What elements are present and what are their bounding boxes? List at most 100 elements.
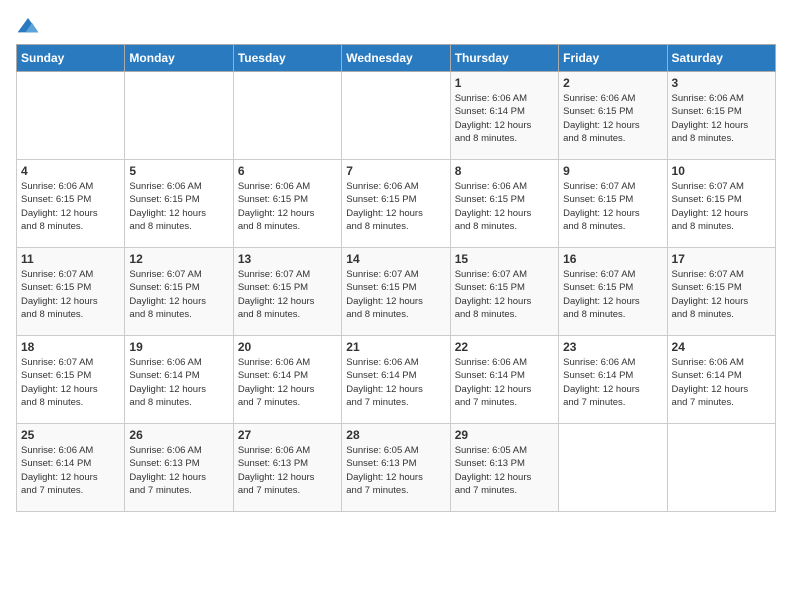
day-number: 16: [563, 252, 662, 266]
day-info: Sunrise: 6:07 AM Sunset: 6:15 PM Dayligh…: [21, 268, 120, 321]
day-info: Sunrise: 6:06 AM Sunset: 6:14 PM Dayligh…: [238, 356, 337, 409]
day-number: 21: [346, 340, 445, 354]
day-info: Sunrise: 6:07 AM Sunset: 6:15 PM Dayligh…: [346, 268, 445, 321]
day-number: 8: [455, 164, 554, 178]
logo-icon: [16, 16, 40, 36]
weekday-header-wednesday: Wednesday: [342, 45, 450, 72]
calendar-cell: 2Sunrise: 6:06 AM Sunset: 6:15 PM Daylig…: [559, 72, 667, 160]
logo: [16, 16, 44, 36]
day-info: Sunrise: 6:06 AM Sunset: 6:15 PM Dayligh…: [238, 180, 337, 233]
calendar-cell: 25 Sunrise: 6:06 AM Sunset: 6:14 PM Dayli…: [17, 424, 125, 512]
day-number: 19: [129, 340, 228, 354]
calendar-week-row: 11 Sunrise: 6:07 AM Sunset: 6:15 PM Dayli…: [17, 248, 776, 336]
calendar-cell: 29 Sunrise: 6:05 AM Sunset: 6:13 PM Dayli…: [450, 424, 558, 512]
calendar-cell: 11 Sunrise: 6:07 AM Sunset: 6:15 PM Dayli…: [17, 248, 125, 336]
day-info: Sunrise: 6:06 AM Sunset: 6:15 PM Dayligh…: [129, 180, 228, 233]
calendar-table: SundayMondayTuesdayWednesdayThursdayFrid…: [16, 44, 776, 512]
day-info: Sunrise: 6:07 AM Sunset: 6:15 PM Dayligh…: [455, 268, 554, 321]
day-number: 5: [129, 164, 228, 178]
calendar-cell: [125, 72, 233, 160]
day-info: Sunrise: 6:07 AM Sunset: 6:15 PM Dayligh…: [129, 268, 228, 321]
day-number: 23: [563, 340, 662, 354]
day-number: 15: [455, 252, 554, 266]
calendar-cell: 18Sunrise: 6:07 AM Sunset: 6:15 PM Dayli…: [17, 336, 125, 424]
weekday-header-saturday: Saturday: [667, 45, 775, 72]
day-number: 14: [346, 252, 445, 266]
day-info: Sunrise: 6:06 AM Sunset: 6:15 PM Dayligh…: [21, 180, 120, 233]
calendar-cell: 14 Sunrise: 6:07 AM Sunset: 6:15 PM Dayli…: [342, 248, 450, 336]
day-info: Sunrise: 6:05 AM Sunset: 6:13 PM Dayligh…: [455, 444, 554, 497]
calendar-cell: 12 Sunrise: 6:07 AM Sunset: 6:15 PM Dayli…: [125, 248, 233, 336]
calendar-cell: 23Sunrise: 6:06 AM Sunset: 6:14 PM Dayli…: [559, 336, 667, 424]
day-info: Sunrise: 6:06 AM Sunset: 6:14 PM Dayligh…: [672, 356, 771, 409]
calendar-week-row: 18Sunrise: 6:07 AM Sunset: 6:15 PM Dayli…: [17, 336, 776, 424]
calendar-cell: 15 Sunrise: 6:07 AM Sunset: 6:15 PM Dayli…: [450, 248, 558, 336]
day-info: Sunrise: 6:07 AM Sunset: 6:15 PM Dayligh…: [563, 268, 662, 321]
calendar-cell: 28Sunrise: 6:05 AM Sunset: 6:13 PM Dayli…: [342, 424, 450, 512]
day-number: 10: [672, 164, 771, 178]
calendar-week-row: 4 Sunrise: 6:06 AM Sunset: 6:15 PM Daylig…: [17, 160, 776, 248]
day-number: 2: [563, 76, 662, 90]
day-info: Sunrise: 6:05 AM Sunset: 6:13 PM Dayligh…: [346, 444, 445, 497]
calendar-cell: 6 Sunrise: 6:06 AM Sunset: 6:15 PM Daylig…: [233, 160, 341, 248]
page-header: [16, 16, 776, 36]
day-info: Sunrise: 6:07 AM Sunset: 6:15 PM Dayligh…: [238, 268, 337, 321]
day-info: Sunrise: 6:06 AM Sunset: 6:14 PM Dayligh…: [21, 444, 120, 497]
calendar-cell: [17, 72, 125, 160]
day-number: 17: [672, 252, 771, 266]
day-number: 7: [346, 164, 445, 178]
day-number: 3: [672, 76, 771, 90]
calendar-cell: [233, 72, 341, 160]
day-info: Sunrise: 6:06 AM Sunset: 6:13 PM Dayligh…: [129, 444, 228, 497]
day-number: 25: [21, 428, 120, 442]
calendar-cell: 4 Sunrise: 6:06 AM Sunset: 6:15 PM Daylig…: [17, 160, 125, 248]
calendar-cell: [342, 72, 450, 160]
calendar-cell: [559, 424, 667, 512]
day-info: Sunrise: 6:06 AM Sunset: 6:15 PM Dayligh…: [455, 180, 554, 233]
day-info: Sunrise: 6:06 AM Sunset: 6:14 PM Dayligh…: [346, 356, 445, 409]
day-number: 13: [238, 252, 337, 266]
day-number: 1: [455, 76, 554, 90]
calendar-cell: 20 Sunrise: 6:06 AM Sunset: 6:14 PM Dayli…: [233, 336, 341, 424]
calendar-cell: 16 Sunrise: 6:07 AM Sunset: 6:15 PM Dayli…: [559, 248, 667, 336]
day-number: 29: [455, 428, 554, 442]
day-number: 27: [238, 428, 337, 442]
weekday-header-sunday: Sunday: [17, 45, 125, 72]
calendar-cell: 7 Sunrise: 6:06 AM Sunset: 6:15 PM Daylig…: [342, 160, 450, 248]
day-number: 11: [21, 252, 120, 266]
day-number: 12: [129, 252, 228, 266]
calendar-week-row: 25 Sunrise: 6:06 AM Sunset: 6:14 PM Dayli…: [17, 424, 776, 512]
calendar-cell: 24 Sunrise: 6:06 AM Sunset: 6:14 PM Dayli…: [667, 336, 775, 424]
weekday-header-friday: Friday: [559, 45, 667, 72]
calendar-cell: 9 Sunrise: 6:07 AM Sunset: 6:15 PM Daylig…: [559, 160, 667, 248]
calendar-cell: 13 Sunrise: 6:07 AM Sunset: 6:15 PM Dayli…: [233, 248, 341, 336]
calendar-cell: 27 Sunrise: 6:06 AM Sunset: 6:13 PM Dayli…: [233, 424, 341, 512]
day-info: Sunrise: 6:07 AM Sunset: 6:15 PM Dayligh…: [563, 180, 662, 233]
day-info: Sunrise: 6:06 AM Sunset: 6:14 PM Dayligh…: [455, 356, 554, 409]
day-number: 26: [129, 428, 228, 442]
calendar-cell: 8 Sunrise: 6:06 AM Sunset: 6:15 PM Daylig…: [450, 160, 558, 248]
calendar-cell: 5 Sunrise: 6:06 AM Sunset: 6:15 PM Daylig…: [125, 160, 233, 248]
day-number: 6: [238, 164, 337, 178]
day-info: Sunrise: 6:06 AM Sunset: 6:15 PM Dayligh…: [672, 92, 771, 145]
weekday-header-thursday: Thursday: [450, 45, 558, 72]
day-info: Sunrise: 6:06 AM Sunset: 6:14 PM Dayligh…: [129, 356, 228, 409]
day-info: Sunrise: 6:06 AM Sunset: 6:15 PM Dayligh…: [346, 180, 445, 233]
day-number: 9: [563, 164, 662, 178]
calendar-cell: 17 Sunrise: 6:07 AM Sunset: 6:15 PM Dayli…: [667, 248, 775, 336]
calendar-week-row: 1Sunrise: 6:06 AM Sunset: 6:14 PM Daylig…: [17, 72, 776, 160]
calendar-cell: 26 Sunrise: 6:06 AM Sunset: 6:13 PM Dayli…: [125, 424, 233, 512]
weekday-header-row: SundayMondayTuesdayWednesdayThursdayFrid…: [17, 45, 776, 72]
day-number: 24: [672, 340, 771, 354]
day-info: Sunrise: 6:07 AM Sunset: 6:15 PM Dayligh…: [672, 268, 771, 321]
day-info: Sunrise: 6:06 AM Sunset: 6:13 PM Dayligh…: [238, 444, 337, 497]
day-number: 18: [21, 340, 120, 354]
weekday-header-tuesday: Tuesday: [233, 45, 341, 72]
day-number: 20: [238, 340, 337, 354]
day-info: Sunrise: 6:07 AM Sunset: 6:15 PM Dayligh…: [672, 180, 771, 233]
calendar-cell: 22 Sunrise: 6:06 AM Sunset: 6:14 PM Dayli…: [450, 336, 558, 424]
day-number: 4: [21, 164, 120, 178]
day-number: 22: [455, 340, 554, 354]
calendar-cell: 10 Sunrise: 6:07 AM Sunset: 6:15 PM Dayli…: [667, 160, 775, 248]
calendar-cell: 19 Sunrise: 6:06 AM Sunset: 6:14 PM Dayli…: [125, 336, 233, 424]
